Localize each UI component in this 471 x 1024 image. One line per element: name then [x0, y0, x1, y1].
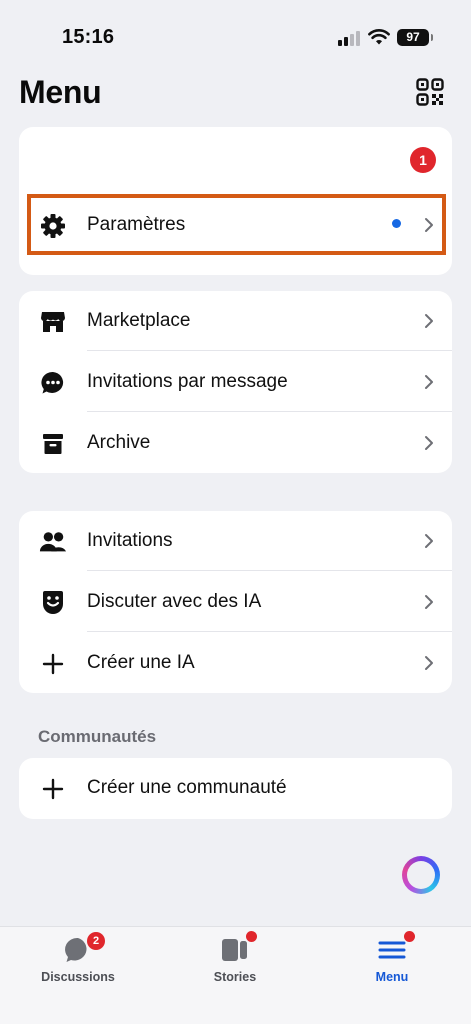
highlight-box	[27, 194, 446, 255]
battery-indicator: 97	[397, 29, 433, 46]
status-bar: 15:16 97	[0, 0, 471, 70]
notification-badge[interactable]: 1	[410, 147, 436, 173]
tab-menu[interactable]: Menu	[332, 927, 452, 1024]
chevron-right-icon	[425, 595, 433, 609]
chevron-right-icon	[425, 656, 433, 670]
tab-discussions[interactable]: 2 Discussions	[18, 927, 138, 1024]
invitations-label: Invitations	[87, 530, 173, 551]
menu-dot	[404, 931, 415, 942]
archive-box-icon	[39, 430, 67, 458]
tab-label: Stories	[213, 970, 257, 984]
hamburger-menu-icon	[378, 941, 406, 959]
qr-code-icon[interactable]	[416, 78, 444, 106]
row-divider	[87, 631, 452, 632]
create-ai-row[interactable]: Créer une IA	[19, 633, 452, 693]
page-title: Menu	[19, 74, 102, 110]
create-ai-label: Créer une IA	[87, 652, 195, 673]
tab-label: Menu	[375, 970, 409, 984]
row-divider	[87, 350, 452, 351]
create-community-row[interactable]: Créer une communauté	[19, 758, 452, 819]
meta-ai-button[interactable]	[402, 856, 440, 894]
marketplace-label: Marketplace	[87, 310, 191, 331]
ai-chat-row[interactable]: Discuter avec des IA	[19, 572, 452, 632]
communities-section-label: Communautés	[38, 727, 157, 746]
plus-icon	[39, 775, 67, 803]
chevron-right-icon	[425, 314, 433, 328]
message-requests-label: Invitations par message	[87, 371, 288, 392]
people-icon	[39, 528, 67, 556]
menu-group-1: Marketplace Invitations par message Arch…	[19, 291, 452, 473]
cellular-signal-icon	[338, 30, 362, 46]
archive-row[interactable]: Archive	[19, 413, 452, 473]
ai-face-icon	[39, 589, 67, 617]
chevron-right-icon	[425, 375, 433, 389]
create-community-label: Créer une communauté	[87, 777, 287, 798]
status-time: 15:16	[62, 26, 115, 48]
tab-stories[interactable]: Stories	[175, 927, 295, 1024]
chat-bubble-icon	[39, 369, 67, 397]
storefront-icon	[39, 308, 67, 336]
row-divider	[87, 570, 452, 571]
discussions-badge: 2	[87, 932, 105, 950]
archive-label: Archive	[87, 432, 151, 453]
wifi-icon	[368, 29, 390, 45]
chevron-right-icon	[425, 534, 433, 548]
plus-icon	[39, 650, 67, 678]
message-requests-row[interactable]: Invitations par message	[19, 352, 452, 412]
stories-dot	[246, 931, 257, 942]
invitations-row[interactable]: Invitations	[19, 511, 452, 571]
tab-label: Discussions	[41, 970, 115, 984]
row-divider	[87, 411, 452, 412]
communities-card: Créer une communauté	[19, 758, 452, 819]
stories-icon	[222, 939, 247, 961]
ai-chat-label: Discuter avec des IA	[87, 591, 262, 612]
tab-bar: 2 Discussions Stories Menu	[0, 926, 471, 1024]
menu-group-2: Invitations Discuter avec des IA Créer u…	[19, 511, 452, 693]
marketplace-row[interactable]: Marketplace	[19, 291, 452, 351]
chevron-right-icon	[425, 436, 433, 450]
